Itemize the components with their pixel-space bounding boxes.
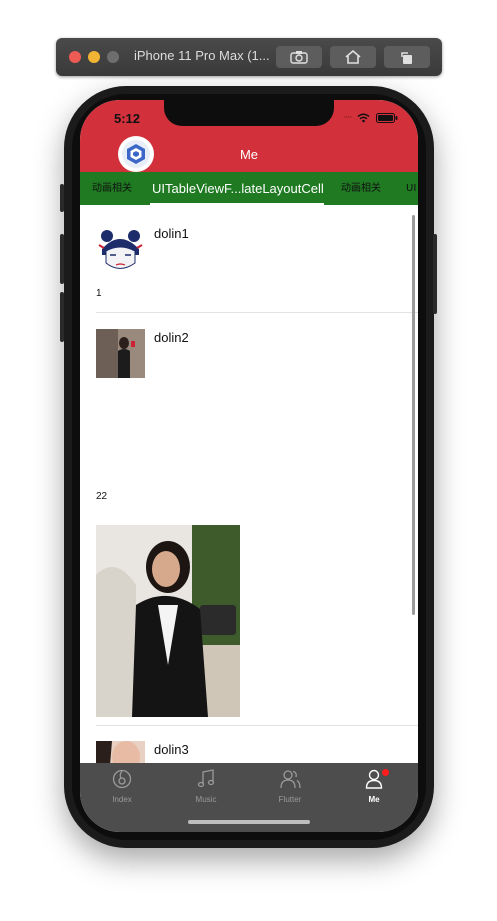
volume-up-button <box>60 234 64 284</box>
music-note-icon <box>197 769 215 788</box>
rotate-button[interactable] <box>384 46 430 68</box>
mute-switch <box>60 184 64 212</box>
home-icon <box>345 50 361 64</box>
notification-badge <box>382 769 389 776</box>
tab-ui[interactable]: UI <box>406 172 416 205</box>
tab-index[interactable]: Index <box>80 769 164 804</box>
minimize-window-button[interactable] <box>88 51 100 63</box>
notch <box>164 100 334 126</box>
close-window-button[interactable] <box>69 51 81 63</box>
tab-flutter-label: Flutter <box>278 795 302 804</box>
feed-list[interactable]: dolin1 1 dolin2 22 dolin3 <box>80 205 418 763</box>
avatar-dolin3[interactable] <box>96 741 145 763</box>
avatar-dolin1[interactable] <box>96 225 145 274</box>
user-icon <box>365 769 383 789</box>
top-tab-bar: 动画相关 UITableViewF...lateLayoutCell 动画相关 … <box>80 172 418 205</box>
wifi-icon <box>357 113 370 123</box>
screenshot-icon <box>290 51 308 64</box>
tab-index-label: Index <box>112 795 132 804</box>
zoom-window-button[interactable] <box>107 51 119 63</box>
disc-icon <box>112 769 132 789</box>
volume-down-button <box>60 292 64 342</box>
row-divider <box>96 312 418 313</box>
battery-icon <box>376 113 398 123</box>
username-dolin2[interactable]: dolin2 <box>154 330 189 345</box>
home-button[interactable] <box>330 46 376 68</box>
tab-animation-2[interactable]: 动画相关 <box>341 172 381 205</box>
photo-avatar-icon <box>96 741 145 763</box>
username-dolin3[interactable]: dolin3 <box>154 742 189 757</box>
post-text-dolin2: 22 <box>96 491 108 502</box>
signal-icon: ···· <box>343 113 353 123</box>
rotate-icon <box>401 52 412 64</box>
username-dolin1[interactable]: dolin1 <box>154 226 189 241</box>
cartoon-avatar-icon <box>96 225 145 274</box>
tab-music[interactable]: Music <box>164 769 248 804</box>
post-photo[interactable] <box>96 525 240 717</box>
tab-me[interactable]: Me <box>332 769 416 804</box>
tab-me-label: Me <box>368 795 380 804</box>
nav-title: Me <box>239 147 259 162</box>
tab-animation-1[interactable]: 动画相关 <box>92 172 132 205</box>
photo-image <box>96 525 240 717</box>
tab-flutter[interactable]: Flutter <box>248 769 332 804</box>
power-button <box>433 234 437 314</box>
simulator-toolbar: iPhone 11 Pro Max (1... <box>56 38 442 76</box>
post-text-dolin1: 1 <box>96 288 102 299</box>
bottom-tab-bar: Index Music Flutter Me <box>80 763 418 832</box>
phone-screen: 5:12 ···· Me 动画相关 UITableViewF...lateLay… <box>80 100 418 832</box>
avatar-dolin2[interactable] <box>96 329 145 378</box>
screenshot-button[interactable] <box>276 46 322 68</box>
home-indicator[interactable] <box>188 820 310 824</box>
vertical-scrollbar[interactable] <box>412 215 415 615</box>
tab-uitableview[interactable]: UITableViewF...lateLayoutCell <box>152 172 324 205</box>
users-icon <box>280 770 301 789</box>
photo-avatar-icon <box>96 329 145 378</box>
status-time: 5:12 <box>114 111 141 126</box>
status-icons: ···· <box>344 113 398 123</box>
tab-music-label: Music <box>195 795 217 804</box>
row-divider <box>96 725 418 726</box>
